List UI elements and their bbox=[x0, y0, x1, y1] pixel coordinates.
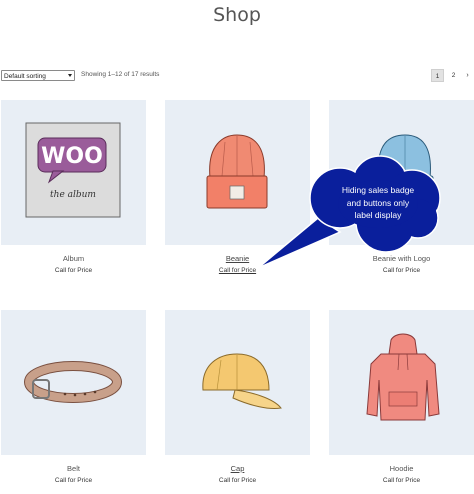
chevron-down-icon bbox=[68, 74, 72, 77]
annotation-line-3: label display bbox=[354, 210, 402, 220]
result-count: Showing 1–12 of 17 results bbox=[81, 71, 160, 78]
product-name[interactable]: Hoodie bbox=[329, 464, 474, 473]
pagination-page-2[interactable]: 2 bbox=[447, 69, 460, 82]
belt-icon bbox=[24, 361, 122, 403]
pagination-page-1[interactable]: 1 bbox=[431, 69, 444, 82]
pagination-next-icon[interactable]: › bbox=[461, 69, 474, 82]
page-title: Shop bbox=[213, 4, 261, 26]
annotation-text: Hiding sales badge and buttons only labe… bbox=[330, 184, 426, 222]
album-icon: WOO the album bbox=[25, 122, 121, 218]
product-price: Call for Price bbox=[54, 477, 93, 484]
sort-select[interactable]: Default sorting bbox=[1, 70, 75, 81]
product-price: Call for Price bbox=[382, 267, 421, 274]
product-price: Call for Price bbox=[382, 477, 421, 484]
product-price[interactable]: Call for Price bbox=[165, 267, 310, 274]
sort-select-value: Default sorting bbox=[4, 73, 46, 80]
product-image-beanie-with-logo[interactable] bbox=[329, 100, 474, 245]
product-image-beanie[interactable] bbox=[165, 100, 310, 245]
svg-text:the album: the album bbox=[50, 190, 96, 200]
svg-text:WOO: WOO bbox=[41, 144, 103, 169]
annotation-line-1: Hiding sales badge bbox=[341, 185, 415, 195]
product-image-album[interactable]: WOO the album bbox=[1, 100, 146, 245]
product-price: Call for Price bbox=[218, 477, 257, 484]
beanie-icon bbox=[206, 134, 268, 209]
cap-icon bbox=[202, 353, 282, 409]
product-image-belt[interactable] bbox=[1, 310, 146, 455]
product-name[interactable]: Album bbox=[1, 254, 146, 263]
product-image-hoodie[interactable] bbox=[329, 310, 474, 455]
beanie-with-logo-icon bbox=[375, 134, 434, 207]
product-price: Call for Price bbox=[54, 267, 93, 274]
hoodie-icon bbox=[366, 333, 440, 421]
product-image-cap[interactable] bbox=[165, 310, 310, 455]
product-name[interactable]: Beanie with Logo bbox=[329, 254, 474, 263]
shop-toolbar: Default sorting Showing 1–12 of 17 resul… bbox=[0, 69, 474, 83]
product-name[interactable]: Beanie bbox=[165, 254, 310, 263]
annotation-line-2: and buttons only bbox=[346, 197, 410, 208]
product-name[interactable]: Cap bbox=[165, 464, 310, 473]
product-name[interactable]: Belt bbox=[1, 464, 146, 473]
